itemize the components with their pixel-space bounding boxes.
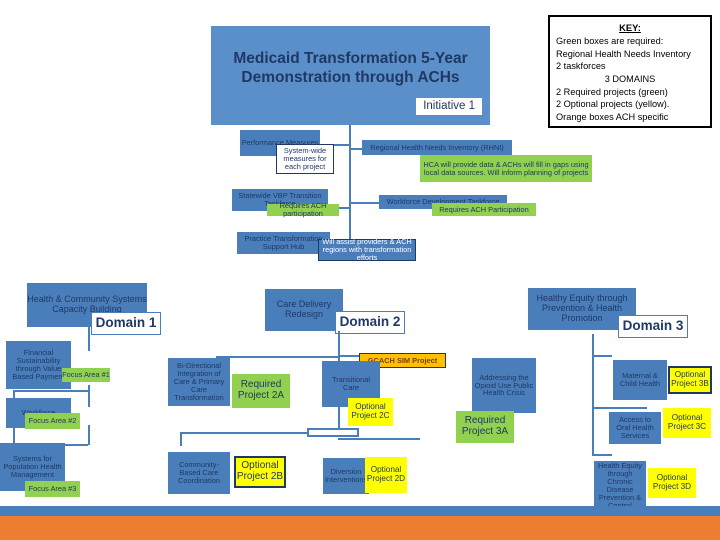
d3-item-1-tag: Optional Project 3B — [668, 366, 712, 394]
bottom-blue-band — [0, 506, 720, 516]
d3-item-3-tag: Optional Project 3D — [648, 468, 696, 498]
d2-item-0-tag: Required Project 2A — [232, 374, 290, 408]
d2-item-0-tag-text: Required Project 2A — [237, 379, 285, 401]
d2-item-3-title: Diversion Interventions — [324, 467, 368, 484]
d2-item-3-box: Diversion Interventions — [323, 458, 369, 494]
domain-3-label: Domain 3 — [618, 315, 688, 338]
connector-d1-mid — [88, 385, 90, 407]
performance-callout-text: System-wide measures for each project — [283, 146, 327, 171]
d1-item-2-tag: Focus Area #3 — [25, 481, 80, 497]
d1-item-0-title: Financial Sustainability through Value B… — [12, 348, 65, 381]
d2-item-0-title: Bi-Directional Integration of Care & Pri… — [173, 361, 225, 402]
practice-hub-box: Practice Transformation Support Hub — [237, 232, 330, 254]
d3-item-3-box: Health Equity through Chronic Disease Pr… — [594, 461, 646, 511]
rhni-label: Regional Health Needs Inventory (RHNI) — [370, 142, 504, 152]
domain-3-label-text: Domain 3 — [622, 318, 684, 334]
d2-item-1-tag-text: Optional Project 2C — [351, 402, 390, 420]
d2-item-2-title: Community-Based Care Coordination — [178, 460, 220, 485]
key-legend: KEY: Green boxes are required: Regional … — [548, 15, 712, 128]
connector-d3-h1 — [592, 355, 612, 357]
d1-item-0-tag-text: Focus Area #1 — [62, 370, 110, 379]
d2-item-2-tag: Optional Project 2B — [234, 456, 286, 488]
d3-item-1-tag-text: Optional Project 3B — [671, 370, 709, 388]
d3-item-1-box: Maternal & Child Health — [613, 360, 667, 400]
d3-item-2-box: Access to Oral Health Services — [609, 412, 661, 444]
connector-d1-top — [88, 327, 90, 351]
key-title: KEY: — [619, 22, 641, 33]
d1-item-1-tag: Focus Area #2 — [25, 413, 80, 429]
domain-2-label-text: Domain 2 — [339, 314, 401, 330]
key-line-5: 2 Required projects (green) — [556, 86, 668, 97]
d2-item-3-tag: Optional Project 2D — [365, 457, 407, 493]
domain-1-label-text: Domain 1 — [95, 315, 157, 331]
title-line-2: Demonstration through ACHs — [241, 68, 460, 86]
connector-d3-rail — [592, 355, 594, 408]
d3-item-0-box: Addressing the Opioid Use Public Health … — [472, 358, 536, 413]
title-banner: Medicaid Transformation 5-Year Demonstra… — [211, 26, 490, 125]
d1-item-0-tag: Focus Area #1 — [62, 368, 110, 382]
domain-2-label: Domain 2 — [335, 311, 405, 334]
key-line-6: 2 Optional projects (yellow). — [556, 99, 670, 110]
domain-1-label: Domain 1 — [91, 312, 161, 335]
key-line-4: 3 DOMAINS — [604, 74, 656, 85]
d3-item-3-title: Health Equity through Chronic Disease Pr… — [598, 461, 642, 510]
d2-item-1-title: Transitional Care — [332, 375, 370, 392]
key-line-1: Green boxes are required: — [556, 35, 664, 46]
d2-item-2-box: Community-Based Care Coordination — [168, 452, 230, 494]
d3-item-2-tag: Optional Project 3C — [663, 408, 711, 438]
key-line-7: Orange boxes ACH specific — [556, 112, 669, 123]
d1-item-1-tag-text: Focus Area #2 — [28, 416, 77, 425]
connector-d2-h-right2 — [338, 438, 420, 440]
d3-item-0-tag-text: Required Project 3A — [461, 415, 509, 437]
vbp-note-text: Requires ACH participation — [279, 201, 327, 218]
initiative-badge: Initiative 1 — [416, 98, 482, 115]
practice-hub-label: Practice Transformation Support Hub — [244, 234, 323, 251]
connector-d3-top — [592, 334, 594, 356]
bottom-orange-band — [0, 516, 720, 540]
domain-2-title-box: Care Delivery Redesign — [265, 289, 343, 331]
rhni-note-box: HCA will provide data & ACHs will fill i… — [420, 155, 592, 182]
connector-d3-rail2 — [592, 407, 594, 455]
d3-item-2-title: Access to Oral Health Services — [616, 415, 654, 440]
rhni-box: Regional Health Needs Inventory (RHNI) — [362, 140, 512, 155]
practice-hub-note-text: Will assist providers & ACH regions with… — [322, 237, 412, 262]
connector-d2-h-left1 — [216, 356, 338, 358]
diagram-canvas: Medicaid Transformation 5-Year Demonstra… — [0, 0, 720, 540]
d2-item-0-box: Bi-Directional Integration of Care & Pri… — [168, 358, 230, 406]
vbp-note-box: Requires ACH participation — [267, 201, 339, 218]
connector-trunk-vertical — [349, 125, 351, 243]
performance-callout: System-wide measures for each project — [276, 144, 334, 174]
connector-d3-h3 — [592, 454, 612, 456]
connector-d2-left-drop — [180, 432, 182, 446]
workforce-note-text: Requires ACH Participation — [439, 204, 529, 214]
connector-d1-bottom — [88, 425, 90, 445]
connector-d3-h2 — [592, 407, 647, 409]
practice-hub-note-box: Will assist providers & ACH regions with… — [318, 237, 416, 262]
d3-item-2-tag-text: Optional Project 3C — [667, 413, 707, 431]
d3-item-0-tag: Required Project 3A — [456, 411, 514, 443]
d3-item-3-tag-text: Optional Project 3D — [652, 473, 692, 491]
d2-item-2-tag-text: Optional Project 2B — [236, 460, 284, 482]
workforce-note-box: Requires ACH Participation — [432, 203, 536, 216]
d2-item-1-tag: Optional Project 2C — [348, 398, 393, 426]
rhni-note-text: HCA will provide data & ACHs will fill i… — [423, 159, 589, 177]
d1-item-2-tag-text: Focus Area #3 — [28, 484, 77, 493]
connector-d1-h1 — [13, 390, 88, 392]
d2-item-3-tag-text: Optional Project 2D — [366, 465, 406, 483]
connector-d2-junction — [307, 428, 359, 437]
domain-2-title: Care Delivery Redesign — [276, 299, 332, 319]
title-line-1: Medicaid Transformation 5-Year — [233, 50, 468, 67]
key-line-2: Regional Health Needs Inventory — [556, 48, 691, 59]
d3-item-1-title: Maternal & Child Health — [619, 371, 661, 388]
key-line-3: 2 taskforces — [556, 61, 606, 72]
d3-item-0-title: Addressing the Opioid Use Public Health … — [474, 372, 534, 398]
page-title: Medicaid Transformation 5-Year Demonstra… — [233, 50, 467, 88]
d1-item-2-title: Systems for Population Health Management — [3, 454, 62, 479]
